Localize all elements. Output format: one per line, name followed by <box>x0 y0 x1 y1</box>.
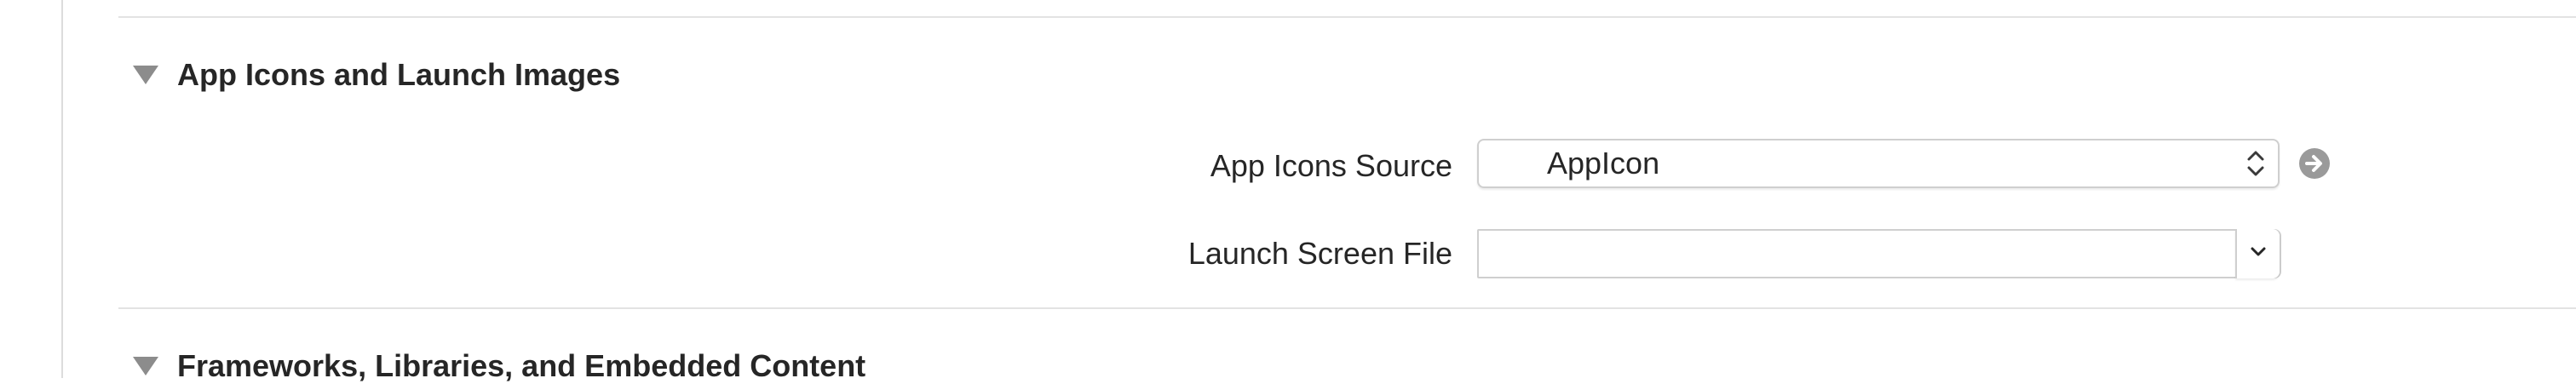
section-separator <box>118 307 2576 309</box>
launch-screen-file-label: Launch Screen File <box>1187 236 1452 271</box>
launch-screen-file-input[interactable] <box>1479 231 2239 277</box>
disclosure-triangle-icon[interactable] <box>133 357 158 375</box>
go-to-arrow-icon[interactable] <box>2299 148 2330 179</box>
disclosure-triangle-icon[interactable] <box>133 66 158 84</box>
section-header-frameworks[interactable]: Frameworks, Libraries, and Embedded Cont… <box>133 348 866 383</box>
section-title: Frameworks, Libraries, and Embedded Cont… <box>177 348 866 383</box>
up-down-chevron-icon <box>2244 146 2268 181</box>
app-icons-source-value: AppIcon <box>1547 146 1660 181</box>
launch-screen-file-combobox[interactable] <box>1477 229 2281 278</box>
launch-screen-dropdown-button[interactable] <box>2235 229 2280 278</box>
section-title: App Icons and Launch Images <box>177 57 621 92</box>
section-header-app-icons[interactable]: App Icons and Launch Images <box>133 57 621 92</box>
app-icons-source-label: App Icons Source <box>1210 148 1452 183</box>
app-icons-source-popup[interactable]: AppIcon <box>1477 139 2280 188</box>
section-separator <box>118 16 2576 18</box>
